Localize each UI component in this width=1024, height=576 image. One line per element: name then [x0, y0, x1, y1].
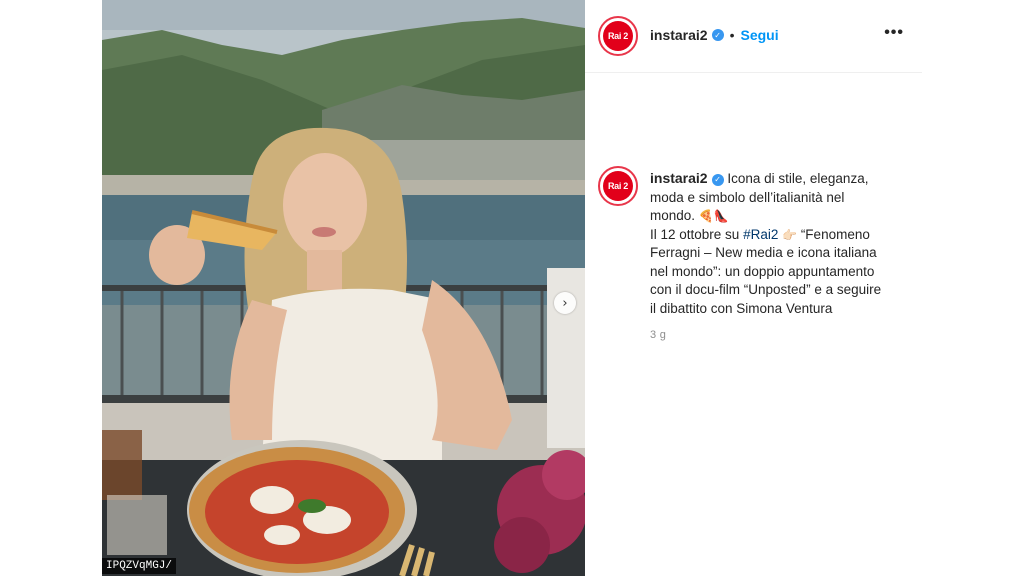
- avatar[interactable]: Rai 2: [598, 16, 638, 56]
- separator-dot: •: [729, 27, 735, 43]
- username-link[interactable]: instarai2: [650, 27, 708, 43]
- chevron-right-icon: ›: [562, 295, 568, 311]
- caption-line: moda e simbolo dell’italianità nel: [650, 189, 845, 205]
- post-header: Rai 2 instarai2 ✓ • Segui •••: [585, 0, 922, 73]
- avatar[interactable]: Rai 2: [598, 166, 638, 206]
- follow-button[interactable]: Segui: [741, 27, 779, 43]
- photo-illustration: [102, 0, 585, 576]
- caption-line: “Fenomeno: [797, 226, 870, 242]
- post-timestamp[interactable]: 3 g: [650, 329, 666, 341]
- post-side-panel: Rai 2 instarai2 ✓ • Segui ••• Rai 2 inst…: [585, 0, 922, 576]
- verified-badge-icon: ✓: [711, 29, 724, 41]
- post-photo[interactable]: › IPQZVqMGJ/: [102, 0, 585, 576]
- caption-text: instarai2 ✓ Icona di stile, eleganza, mod…: [650, 169, 918, 318]
- username-link[interactable]: instarai2: [650, 170, 708, 186]
- caption-line: Il 12 ottobre su: [650, 226, 744, 242]
- header-user: instarai2 ✓ • Segui: [650, 27, 779, 43]
- caption-line: con il docu-film “Unposted” e a seguire: [650, 282, 882, 297]
- next-image-button[interactable]: ›: [554, 292, 576, 314]
- more-options-icon[interactable]: •••: [884, 24, 904, 42]
- caption-line: il dibattito con Simona Ventura: [650, 300, 833, 316]
- rai-logo-icon: Rai 2: [603, 21, 633, 51]
- hashtag-link[interactable]: #Rai2: [743, 227, 778, 242]
- caption-line: nel mondo”: un doppio appuntamento: [650, 263, 875, 279]
- pizza-heel-emoji-icon: 🍕👠: [698, 209, 729, 223]
- image-source-tag: IPQZVqMGJ/: [102, 558, 177, 574]
- pointing-hand-emoji-icon: 👉🏻: [782, 227, 798, 242]
- caption-line: Ferragni – New media e icona italiana: [650, 245, 877, 260]
- verified-badge-icon: ✓: [711, 174, 724, 187]
- rai-logo-icon: Rai 2: [603, 171, 633, 201]
- caption-line: mondo.: [650, 208, 696, 223]
- caption-line: Icona di stile, eleganza,: [727, 171, 869, 186]
- instagram-post: › IPQZVqMGJ/ Rai 2 instarai2 ✓ • Segui •…: [102, 0, 922, 576]
